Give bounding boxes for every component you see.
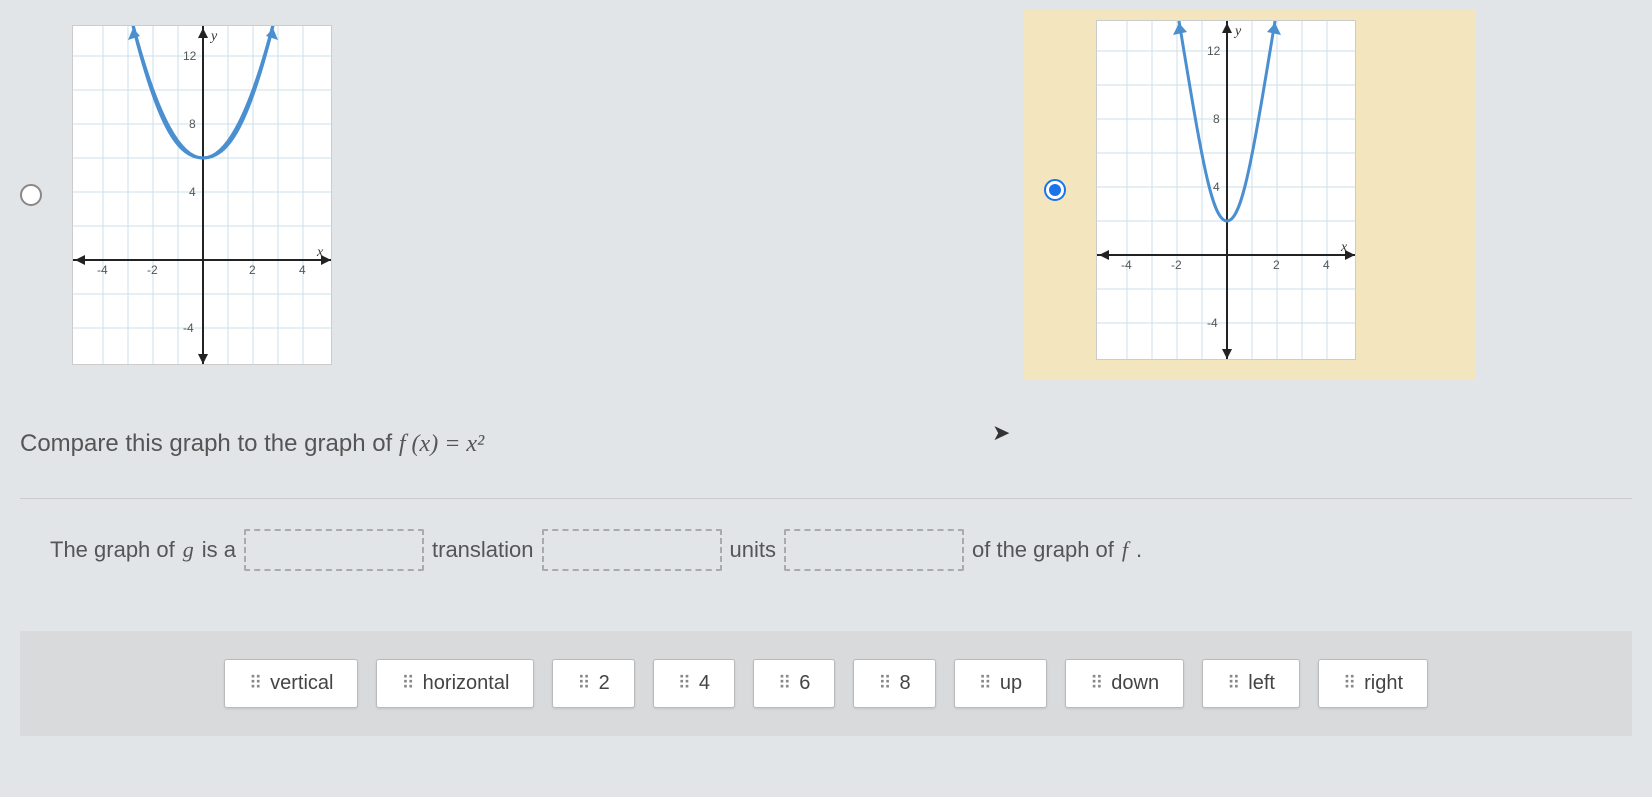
tile-label: down [1111,672,1159,695]
grip-icon: ⠿ [577,673,588,694]
answer-sentence: The graph of g is a translation units of… [50,529,1632,571]
svg-text:-2: -2 [147,263,158,277]
svg-text:-4: -4 [1207,316,1218,330]
tile-8[interactable]: ⠿8 [853,659,935,708]
ans-part5: of the graph of [972,537,1114,563]
option-b: -4 -2 2 4 4 8 12 -4 y x [1024,10,1476,380]
grip-icon: ⠿ [778,673,789,694]
grip-icon: ⠿ [878,673,889,694]
svg-text:y: y [1233,24,1242,39]
option-a-graph: -4 -2 2 4 4 8 12 -4 y x [72,25,332,365]
ans-var-g: g [183,537,194,563]
svg-text:2: 2 [1273,258,1280,272]
prompt-function: f (x) = x² [399,431,484,457]
svg-text:4: 4 [1213,180,1220,194]
tile-horizontal[interactable]: ⠿ horizontal [376,659,534,708]
tile-label: 2 [599,672,610,695]
grip-icon: ⠿ [1343,673,1354,694]
grip-icon: ⠿ [1090,673,1101,694]
tile-label: left [1248,672,1275,695]
tile-right[interactable]: ⠿ right [1318,659,1428,708]
prompt-prefix: Compare this graph to the graph of [20,430,399,457]
option-b-graph: -4 -2 2 4 4 8 12 -4 y x [1096,20,1356,360]
grip-icon: ⠿ [401,673,412,694]
option-b-radio[interactable] [1044,179,1066,201]
grip-icon: ⠿ [1227,673,1238,694]
tile-down[interactable]: ⠿ down [1065,659,1184,708]
ans-part6: . [1136,537,1142,563]
tile-up[interactable]: ⠿ up [954,659,1047,708]
svg-text:x: x [316,245,324,260]
tile-label: right [1364,672,1403,695]
tile-bank: ⠿vertical ⠿horizontal ⠿2 ⠿4 ⠿6 ⠿8 ⠿up ⠿d… [20,631,1632,736]
separator [20,498,1632,499]
svg-text:-4: -4 [1121,258,1132,272]
tile-6[interactable]: ⠿6 [753,659,835,708]
tile-label: vertical [270,672,333,695]
tile-left[interactable]: ⠿ left [1202,659,1300,708]
svg-text:-4: -4 [97,263,108,277]
prompt-text: Compare this graph to the graph of f (x)… [20,430,1632,458]
svg-text:12: 12 [1207,44,1221,58]
svg-text:8: 8 [189,117,196,131]
svg-text:x: x [1340,240,1348,255]
tile-label: 8 [900,672,911,695]
tile-label: up [1000,672,1022,695]
svg-text:y: y [209,29,218,44]
tile-label: 6 [799,672,810,695]
svg-text:4: 4 [1323,258,1330,272]
tile-4[interactable]: ⠿4 [653,659,735,708]
ans-part1: The graph of [50,537,175,563]
ans-part3: translation [432,537,534,563]
ans-part2: is a [202,537,236,563]
svg-text:4: 4 [299,263,306,277]
tile-label: horizontal [423,672,510,695]
graph-options-row: -4 -2 2 4 4 8 12 -4 y x [20,10,1632,380]
drop-zone-3[interactable] [784,529,964,571]
grip-icon: ⠿ [249,673,260,694]
svg-text:-4: -4 [183,321,194,335]
svg-text:2: 2 [249,263,256,277]
tile-2[interactable]: ⠿2 [552,659,634,708]
drop-zone-2[interactable] [542,529,722,571]
grip-icon: ⠿ [979,673,990,694]
option-a-radio[interactable] [20,184,42,206]
svg-text:4: 4 [189,185,196,199]
tile-vertical[interactable]: ⠿ vertical [224,659,359,708]
drop-zone-1[interactable] [244,529,424,571]
ans-var-f: f [1122,537,1128,563]
ans-part4: units [730,537,776,563]
option-a: -4 -2 2 4 4 8 12 -4 y x [20,10,332,380]
svg-text:12: 12 [183,49,197,63]
svg-text:8: 8 [1213,112,1220,126]
tile-label: 4 [699,672,710,695]
svg-text:-2: -2 [1171,258,1182,272]
grip-icon: ⠿ [678,673,689,694]
